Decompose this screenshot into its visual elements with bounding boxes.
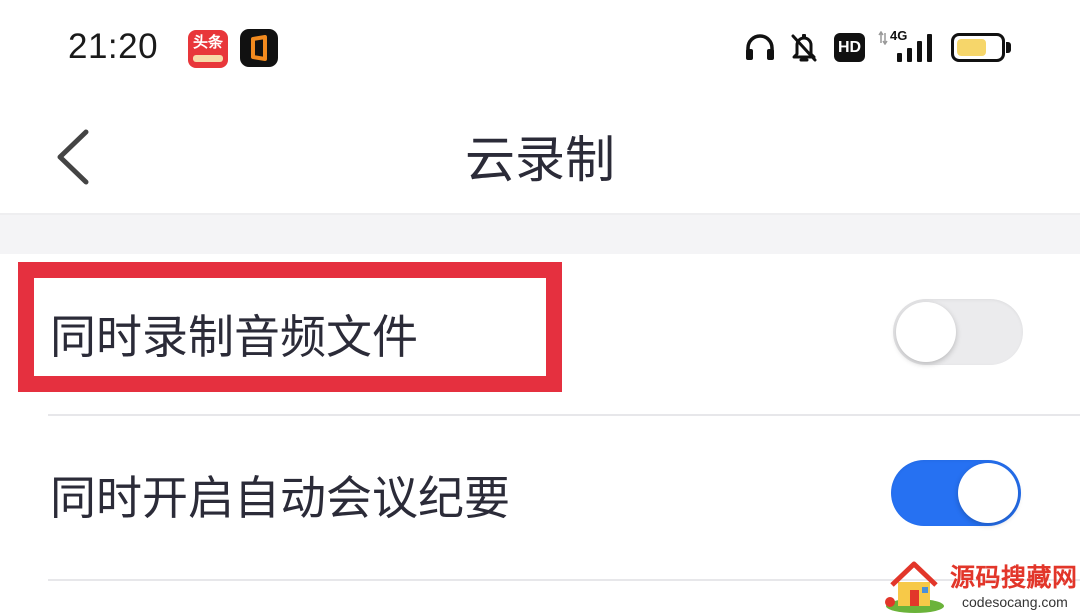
data-arrows-icon bbox=[878, 31, 888, 45]
setting-label: 同时开启自动会议纪要 bbox=[50, 472, 510, 524]
network-indicator: 4G bbox=[878, 29, 938, 65]
toutiao-app-icon: 头条 bbox=[188, 30, 228, 68]
highlight-box bbox=[18, 262, 562, 392]
screen: 21:20 头条 HD 4G 云录制 同时录制音频文件 同时开启自动会议纪要 源… bbox=[0, 0, 1080, 616]
signal-bars-icon bbox=[897, 34, 932, 62]
hd-badge: HD bbox=[834, 33, 865, 62]
house-logo-icon bbox=[885, 561, 944, 613]
record-audio-toggle[interactable] bbox=[893, 299, 1023, 365]
section-gap bbox=[0, 215, 1080, 254]
toutiao-app-label: 头条 bbox=[192, 34, 223, 51]
watermark-name: 源码搜藏网 bbox=[950, 564, 1078, 592]
watermark-domain: codesocang.com bbox=[962, 594, 1068, 610]
headphones-icon bbox=[744, 32, 776, 62]
toggle-knob bbox=[896, 302, 956, 362]
page-title: 云录制 bbox=[465, 132, 615, 188]
battery-tip bbox=[1006, 42, 1011, 53]
auto-minutes-toggle[interactable] bbox=[891, 460, 1021, 526]
toggle-knob bbox=[958, 463, 1018, 523]
battery-icon bbox=[951, 33, 1005, 62]
battery-fill bbox=[957, 39, 987, 56]
bell-off-icon bbox=[789, 30, 819, 64]
status-time: 21:20 bbox=[68, 27, 159, 66]
toutiao-app-strip bbox=[193, 55, 223, 62]
office-app-icon bbox=[240, 29, 278, 67]
setting-row-auto-minutes: 同时开启自动会议纪要 bbox=[0, 416, 1080, 579]
battery-level bbox=[957, 39, 999, 56]
